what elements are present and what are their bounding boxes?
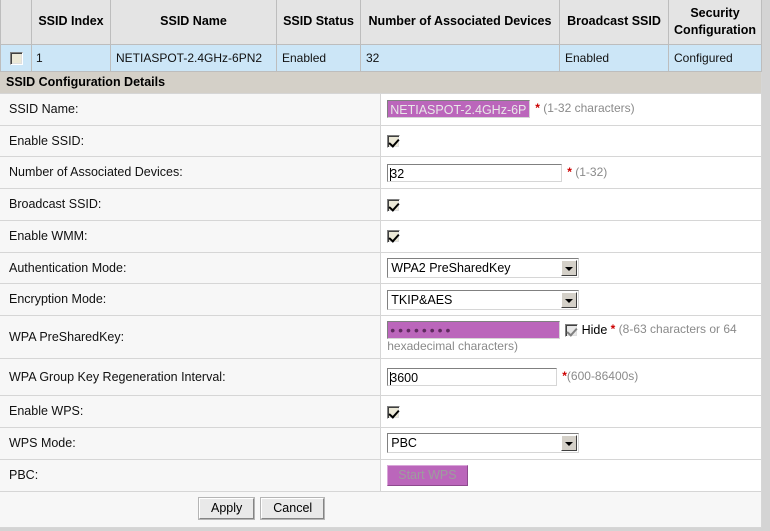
value-auth-mode: WPA2 PreSharedKey (380, 252, 762, 285)
ssid-configuration-details-table: SSID Configuration Details SSID Name: NE… (0, 71, 762, 528)
encryption-mode-select[interactable]: TKIP&AES (387, 289, 580, 310)
ssid-col-index: SSID Index (31, 0, 111, 45)
row-broadcast-ssid: Broadcast SSID: (0, 188, 762, 221)
row-wps-mode: WPS Mode: PBC (0, 427, 762, 460)
enable-wps-checkbox[interactable] (387, 405, 401, 419)
row-ssid-name-field: SSID Name: NETIASPOT-2.4GHz-6P * (1-32 ch… (0, 93, 762, 126)
row-associated-devices: 32 (360, 44, 560, 72)
chevron-down-icon[interactable] (561, 260, 578, 277)
section-title: SSID Configuration Details (0, 71, 762, 94)
row-ssid-name: NETIASPOT-2.4GHz-6PN2 (110, 44, 277, 72)
apply-button[interactable]: Apply (197, 496, 256, 520)
table-row[interactable]: 1 NETIASPOT-2.4GHz-6PN2 Enabled 32 Enabl… (0, 44, 762, 72)
row-broadcast-ssid: Enabled (559, 44, 669, 72)
row-select-cell[interactable] (0, 44, 32, 72)
row-pbc: PBC: Start WPS (0, 459, 762, 492)
row-psk: WPA PreSharedKey: •••••••• Hide * (8-63 … (0, 315, 762, 360)
label-pbc: PBC: (0, 459, 382, 492)
value-num-devices: 32 * (1-32) (380, 156, 762, 190)
value-enable-wps (380, 395, 762, 428)
enable-wmm-checkbox[interactable] (387, 230, 401, 244)
cancel-button[interactable]: Cancel (260, 496, 326, 520)
value-wps-mode: PBC (380, 427, 762, 460)
router-wireless-config-page: SSID Index SSID Name SSID Status Number … (0, 0, 770, 531)
label-broadcast-ssid: Broadcast SSID: (0, 188, 382, 221)
encryption-mode-selected-value: TKIP&AES (391, 292, 453, 307)
value-group-key: 3600 *(600-86400s) (380, 358, 762, 397)
group-key-hint: (600-86400s) (566, 369, 639, 384)
row-ssid-status: Enabled (276, 44, 361, 72)
hide-password-checkbox[interactable] (565, 323, 579, 337)
hide-password-label: Hide (581, 323, 608, 338)
row-num-devices: Number of Associated Devices: 32 * (1-32) (0, 156, 762, 190)
ssid-table-header-row: SSID Index SSID Name SSID Status Number … (0, 0, 762, 45)
value-encryption-mode: TKIP&AES (380, 283, 762, 317)
ssid-col-select (0, 0, 32, 45)
row-ssid-index: 1 (31, 44, 111, 72)
row-encryption-mode: Encryption Mode: TKIP&AES (0, 283, 762, 317)
auth-mode-select[interactable]: WPA2 PreSharedKey (387, 258, 580, 279)
value-broadcast-ssid (380, 188, 762, 221)
row-auth-mode: Authentication Mode: WPA2 PreSharedKey (0, 252, 762, 285)
label-auth-mode: Authentication Mode: (0, 252, 382, 285)
value-enable-ssid (380, 125, 762, 158)
form-actions-cell: Apply Cancel (0, 491, 762, 528)
ssid-col-security: Security Configuration (668, 0, 762, 45)
label-enable-ssid: Enable SSID: (0, 125, 382, 158)
ssid-list-table: SSID Index SSID Name SSID Status Number … (0, 0, 762, 72)
enable-ssid-checkbox[interactable] (387, 135, 401, 149)
wps-mode-selected-value: PBC (391, 436, 417, 451)
chevron-down-icon[interactable] (561, 291, 578, 308)
row-security-configuration: Configured (668, 44, 762, 72)
start-wps-button[interactable]: Start WPS (387, 464, 468, 486)
ssid-name-hint: (1-32 characters) (543, 101, 635, 116)
label-wps-mode: WPS Mode: (0, 427, 382, 460)
ssid-col-name: SSID Name (110, 0, 277, 45)
num-devices-required-mark: * (567, 164, 572, 179)
chevron-down-icon[interactable] (561, 435, 578, 452)
label-enable-wps: Enable WPS: (0, 395, 382, 428)
value-pbc: Start WPS (380, 459, 762, 492)
num-devices-hint: (1-32) (575, 164, 608, 179)
value-psk: •••••••• Hide * (8-63 characters or 64 h… (380, 315, 762, 360)
wps-mode-select[interactable]: PBC (387, 433, 580, 454)
num-devices-input-value: 32 (390, 166, 405, 181)
row-enable-ssid: Enable SSID: (0, 125, 762, 158)
ssid-name-required-mark: * (535, 101, 540, 116)
ssid-col-devices: Number of Associated Devices (360, 0, 560, 45)
ssid-col-status: SSID Status (276, 0, 361, 45)
label-enable-wmm: Enable WMM: (0, 220, 382, 253)
row-group-key: WPA Group Key Regeneration Interval: 360… (0, 358, 762, 397)
section-header-row: SSID Configuration Details (0, 71, 762, 94)
row-select-checkbox[interactable] (9, 52, 23, 66)
num-devices-input[interactable]: 32 (387, 163, 563, 182)
label-psk: WPA PreSharedKey: (0, 315, 382, 360)
value-ssid-name: NETIASPOT-2.4GHz-6P * (1-32 characters) (380, 93, 762, 126)
label-ssid-name: SSID Name: (0, 93, 382, 126)
label-group-key: WPA Group Key Regeneration Interval: (0, 358, 382, 397)
auth-mode-selected-value: WPA2 PreSharedKey (391, 261, 511, 276)
ssid-name-input[interactable]: NETIASPOT-2.4GHz-6P (387, 100, 531, 119)
ssid-col-broadcast: Broadcast SSID (559, 0, 669, 45)
group-key-interval-value: 3600 (390, 371, 419, 386)
broadcast-ssid-checkbox[interactable] (387, 198, 401, 212)
row-form-actions: Apply Cancel (0, 491, 762, 528)
group-key-interval-input[interactable]: 3600 (387, 368, 558, 387)
label-num-devices: Number of Associated Devices: (0, 156, 382, 190)
row-enable-wps: Enable WPS: (0, 395, 762, 428)
label-encryption-mode: Encryption Mode: (0, 283, 382, 317)
value-enable-wmm (380, 220, 762, 253)
row-enable-wmm: Enable WMM: (0, 220, 762, 253)
psk-required-mark: * (610, 322, 616, 337)
wpa-presharedkey-input[interactable]: •••••••• (387, 321, 561, 340)
